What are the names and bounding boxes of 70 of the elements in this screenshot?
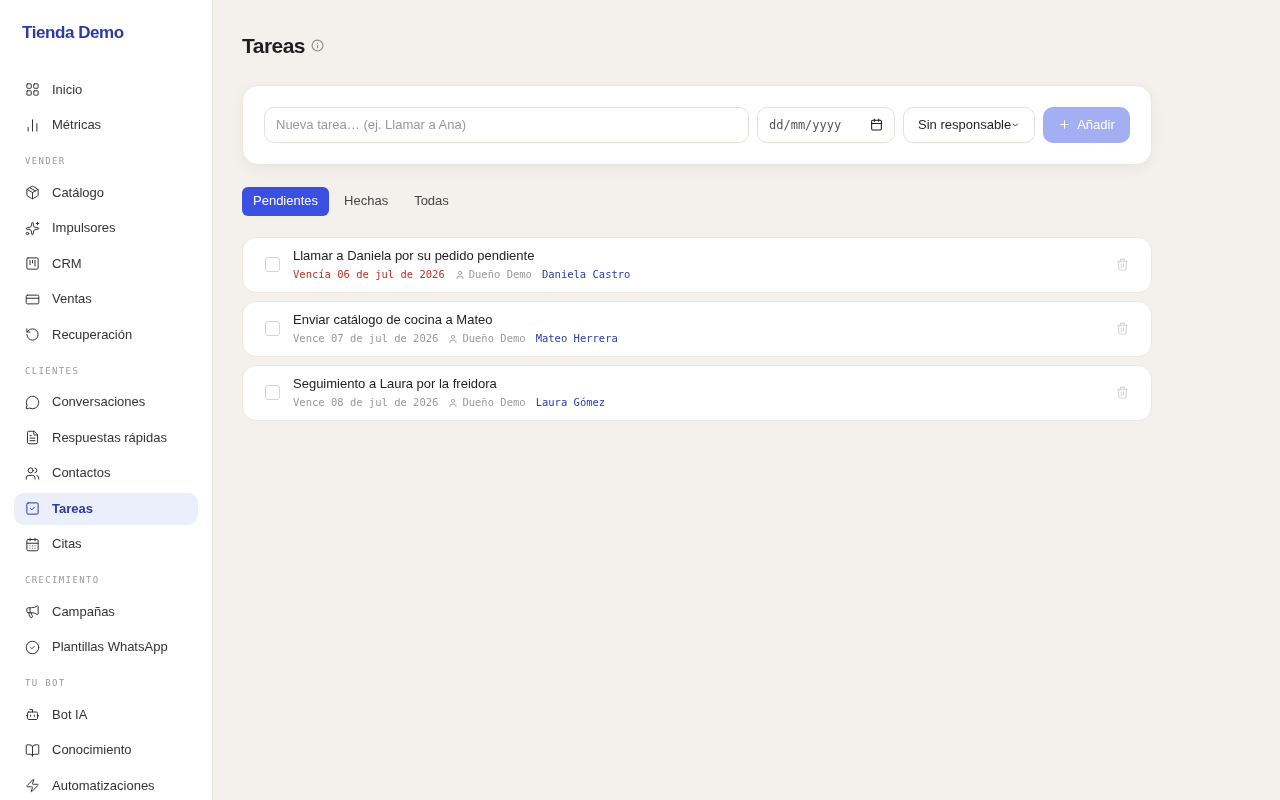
brand-name: Tienda Demo bbox=[21, 22, 125, 44]
sidebar-item[interactable]: Respuestas rápidas bbox=[14, 421, 198, 454]
bar-chart-icon bbox=[25, 117, 40, 133]
sidebar-item[interactable]: Campañas bbox=[14, 595, 198, 628]
card-icon bbox=[25, 291, 40, 307]
sidebar-item[interactable]: Bot IA bbox=[14, 698, 198, 731]
trash-icon[interactable] bbox=[1116, 386, 1129, 399]
robot-icon bbox=[25, 707, 40, 722]
task-title: Seguimiento a Laura por la freidora bbox=[293, 374, 498, 393]
document-icon bbox=[25, 430, 40, 445]
sidebar-item[interactable]: Recuperación bbox=[14, 318, 198, 351]
trash-icon[interactable] bbox=[1116, 322, 1129, 335]
contact-link[interactable]: Daniela Castro bbox=[541, 267, 631, 284]
due-date: Vencía 06 de jul de 2026 bbox=[293, 267, 445, 283]
sparkles-icon bbox=[25, 220, 40, 236]
section-heading: VENDER bbox=[24, 155, 67, 168]
sidebar-item[interactable]: Catálogo bbox=[14, 176, 198, 209]
rotate-icon bbox=[25, 327, 40, 342]
task-owner: Dueño Demo bbox=[462, 331, 526, 347]
sidebar-item[interactable]: Impulsores bbox=[14, 212, 198, 244]
person-icon bbox=[454, 270, 465, 281]
task-owner: Dueño Demo bbox=[468, 267, 532, 283]
task-checkbox[interactable] bbox=[265, 321, 280, 336]
sidebar-item[interactable]: Contactos bbox=[14, 457, 198, 489]
box-icon bbox=[25, 185, 40, 200]
sidebar-item[interactable]: Ventas bbox=[14, 283, 198, 315]
due-date: Vence 08 de jul de 2026 bbox=[293, 395, 439, 411]
sidebar-item[interactable]: CRM bbox=[14, 247, 198, 280]
lightning-icon bbox=[25, 778, 40, 793]
assignee-select[interactable]: Sin responsable bbox=[903, 106, 1035, 143]
sidebar-item[interactable]: Inicio bbox=[14, 73, 198, 106]
task-owner: Dueño Demo bbox=[462, 395, 526, 411]
checkbox-icon bbox=[25, 501, 40, 516]
people-icon bbox=[25, 465, 40, 481]
section-heading: CRECIMIENTO bbox=[24, 574, 101, 587]
due-date: Vence 07 de jul de 2026 bbox=[293, 331, 439, 347]
chat-bubble-icon bbox=[25, 394, 40, 410]
sidebar-item[interactable]: Métricas bbox=[14, 109, 198, 141]
calendar-icon bbox=[25, 536, 40, 552]
grid-icon bbox=[25, 82, 40, 97]
filter-tab[interactable]: Hechas bbox=[333, 186, 400, 216]
contact-link[interactable]: Laura Gómez bbox=[535, 395, 606, 412]
person-icon bbox=[448, 334, 459, 345]
filter-tab[interactable]: Pendientes bbox=[242, 186, 330, 216]
info-icon[interactable] bbox=[311, 39, 324, 53]
task-checkbox[interactable] bbox=[265, 385, 280, 400]
check-circle-icon bbox=[25, 639, 40, 655]
sidebar-item[interactable]: Citas bbox=[14, 528, 198, 560]
person-icon bbox=[448, 398, 459, 409]
task-title: Llamar a Daniela por su pedido pendiente bbox=[293, 246, 536, 265]
contact-link[interactable]: Mateo Herrera bbox=[535, 331, 618, 348]
page-title: Tareas bbox=[242, 33, 305, 59]
sidebar-item[interactable]: Conversaciones bbox=[14, 386, 198, 418]
plus-icon bbox=[1058, 118, 1072, 131]
section-heading: TU BOT bbox=[24, 677, 67, 690]
section-heading: CLIENTES bbox=[24, 364, 81, 378]
date-field[interactable]: dd/mm/yyyy bbox=[757, 106, 895, 143]
trash-icon[interactable] bbox=[1116, 258, 1129, 271]
board-icon bbox=[25, 256, 40, 271]
task-input-field[interactable]: Nueva tarea… (ej. Llamar a Ana) bbox=[264, 106, 749, 143]
sidebar-item[interactable]: Conocimiento bbox=[14, 734, 198, 766]
calendar-icon bbox=[870, 118, 883, 131]
task-title: Enviar catálogo de cocina a Mateo bbox=[293, 310, 494, 329]
sidebar-item[interactable]: Automatizaciones bbox=[14, 769, 198, 800]
sidebar-item[interactable]: Plantillas WhatsApp bbox=[14, 631, 198, 663]
megaphone-icon bbox=[25, 604, 40, 619]
task-checkbox[interactable] bbox=[265, 257, 280, 272]
filter-tab[interactable]: Todas bbox=[403, 186, 460, 216]
book-icon bbox=[25, 742, 40, 758]
sidebar-item[interactable]: Tareas bbox=[14, 492, 198, 525]
